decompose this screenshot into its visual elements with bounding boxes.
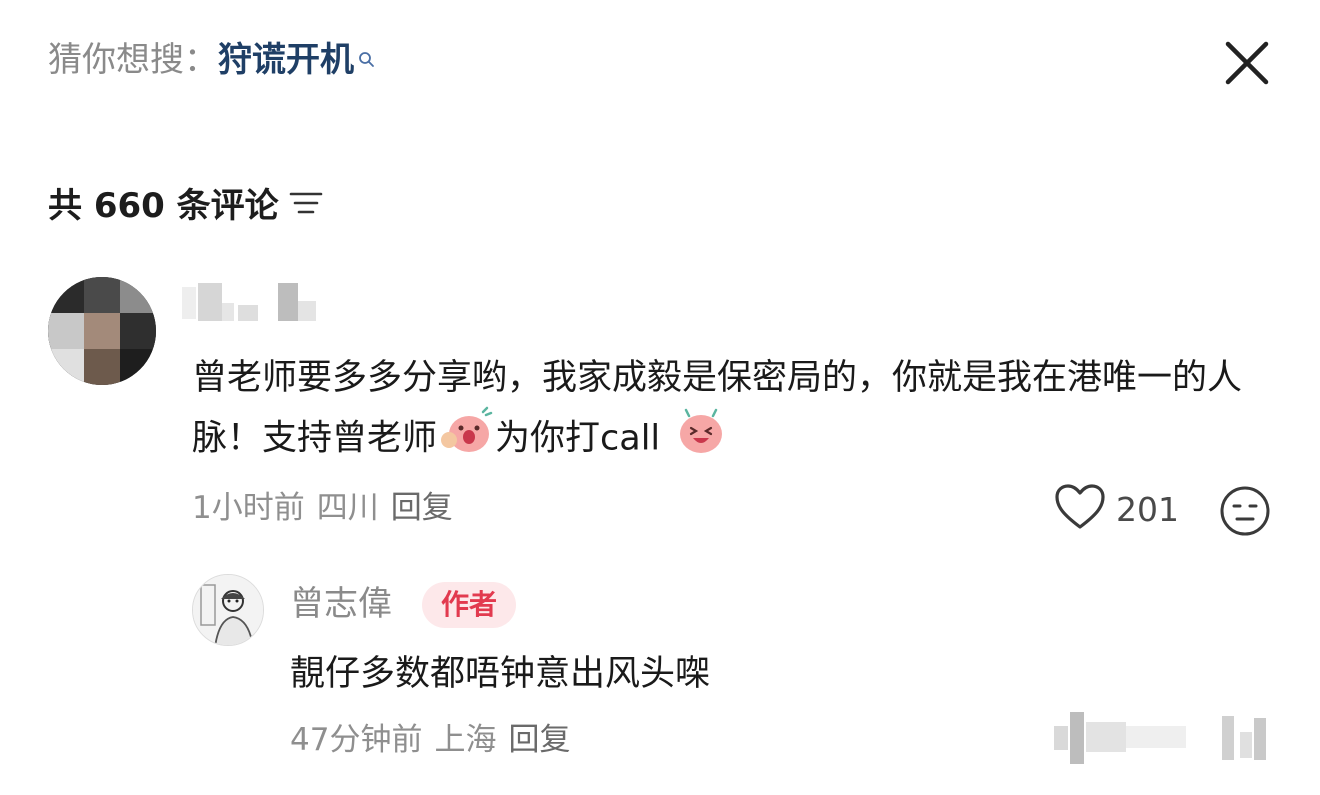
comment-time: 1小时前 bbox=[192, 490, 305, 526]
laugh-emoji-icon bbox=[676, 406, 726, 473]
close-icon[interactable] bbox=[1222, 38, 1272, 88]
like-count: 201 bbox=[1116, 489, 1179, 529]
dislike-face-icon[interactable] bbox=[1218, 484, 1272, 538]
author-name-blurred[interactable] bbox=[182, 283, 322, 323]
reply-meta: 47分钟前 上海 回复 bbox=[290, 718, 582, 762]
reply-button[interactable]: 回复 bbox=[391, 490, 453, 526]
search-icon bbox=[358, 34, 376, 82]
cheer-emoji-icon bbox=[439, 406, 493, 473]
avatar[interactable] bbox=[48, 277, 156, 385]
reply-actions-blurred bbox=[1054, 712, 1274, 766]
search-suggestion[interactable]: 猜你想搜：狩谎开机 bbox=[48, 36, 376, 84]
comment-meta: 1小时前 四川 回复 bbox=[192, 486, 465, 530]
search-suggestion-bar: 猜你想搜：狩谎开机 bbox=[0, 0, 1320, 110]
suggestion-keyword[interactable]: 狩谎开机 bbox=[218, 40, 354, 80]
author-badge: 作者 bbox=[422, 582, 516, 628]
like-button[interactable]: 201 bbox=[1054, 484, 1179, 534]
comment-location: 四川 bbox=[316, 490, 379, 526]
reply-reply-button[interactable]: 回复 bbox=[508, 722, 570, 758]
reply-time: 47分钟前 bbox=[290, 722, 423, 758]
heart-icon[interactable] bbox=[1054, 483, 1106, 535]
reply-author-name[interactable]: 曾志偉 bbox=[290, 580, 392, 628]
reply-avatar[interactable] bbox=[192, 574, 264, 646]
comment-count-header: 共 660 条评论 bbox=[48, 182, 323, 230]
comment-count: 共 660 条评论 bbox=[48, 186, 279, 226]
comment-text-part2: 为你打call bbox=[495, 418, 661, 459]
reply-location: 上海 bbox=[434, 722, 497, 758]
reply-text: 靚仔多数都唔钟意出风头㗎 bbox=[290, 654, 711, 694]
comment-text: 曾老师要多多分享哟，我家成毅是保密局的，你就是我在港唯一的人脉！支持曾老师 为你… bbox=[192, 350, 1252, 473]
sort-icon[interactable] bbox=[289, 182, 323, 230]
suggestion-prefix: 猜你想搜： bbox=[48, 40, 218, 80]
